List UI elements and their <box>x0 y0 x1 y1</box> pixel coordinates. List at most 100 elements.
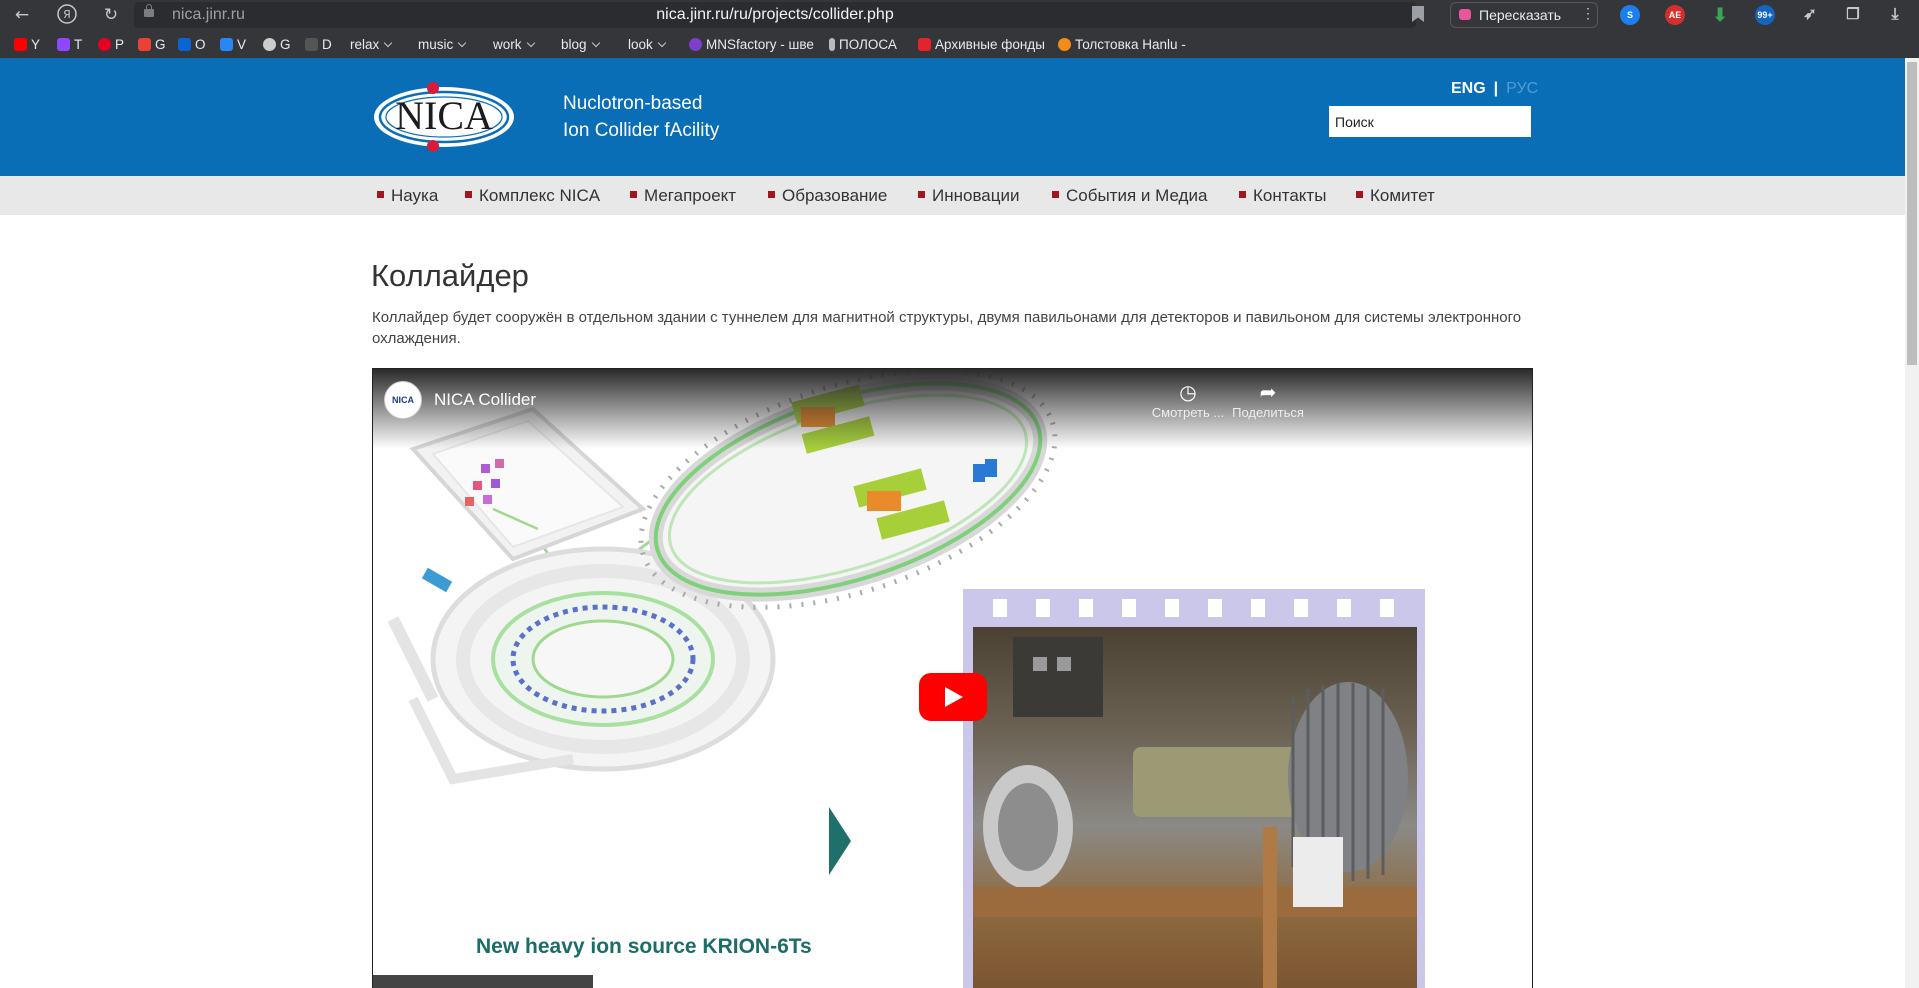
nav-item-committee[interactable]: Комитет <box>1356 186 1435 206</box>
page-scrollbar[interactable] <box>1905 58 1919 988</box>
channel-avatar[interactable]: NICA <box>384 381 422 419</box>
tagline-line-2: Ion Collider fAcility <box>563 120 720 141</box>
nav-bullet <box>465 191 472 198</box>
lang-rus-link[interactable]: РУС <box>1506 80 1538 97</box>
bookmark-folder-relax[interactable]: relax <box>350 37 393 52</box>
yandex-icon[interactable]: Я <box>55 3 79 27</box>
gmail-icon <box>138 38 151 51</box>
rocket-icon[interactable]: ➶ <box>1800 5 1820 25</box>
address-domain: nica.jinr.ru <box>172 6 245 23</box>
lang-eng-link[interactable]: ENG <box>1451 80 1486 97</box>
lang-separator: | <box>1493 80 1499 97</box>
bookmark-item[interactable]: T <box>57 37 82 52</box>
chevron-down-icon <box>657 38 667 48</box>
retell-button[interactable]: Пересказать ⋮ <box>1450 2 1598 28</box>
bookmark-item[interactable]: Толстовка Hanlu - <box>1058 37 1186 52</box>
reload-icon[interactable]: ↻ <box>99 3 123 27</box>
more-menu-icon[interactable]: ⋮ <box>1581 5 1595 22</box>
address-bar[interactable]: nica.jinr.ru nica.jinr.ru/ru/projects/co… <box>134 2 1424 28</box>
chevron-down-icon <box>591 38 600 48</box>
twitch-icon <box>57 38 70 51</box>
film-perforations <box>993 599 1394 617</box>
main-nav: Наука Комплекс NICA Мегапроект Образован… <box>0 176 1905 215</box>
bookmark-item[interactable]: Архивные фонды <box>918 37 1045 52</box>
site-tagline: Nuclotron-based Ion Collider fAcility <box>563 90 719 144</box>
film-strip-inset <box>963 589 1425 988</box>
search-input[interactable] <box>1329 106 1531 137</box>
vk-icon <box>220 38 233 51</box>
address-url: nica.jinr.ru/ru/projects/collider.php <box>656 6 894 23</box>
bookmark-folder-music[interactable]: music <box>418 37 467 52</box>
video-title[interactable]: NICA Collider <box>434 390 536 410</box>
watch-later-label: Смотреть ... <box>1151 405 1225 420</box>
nav-item-education[interactable]: Образование <box>768 186 887 206</box>
polosa-icon <box>829 38 835 51</box>
nav-bullet <box>918 191 925 198</box>
back-icon[interactable]: ← <box>10 3 34 27</box>
nav-item-innovations[interactable]: Инновации <box>918 186 1019 206</box>
bookmarks-bar: Y T P G O V G D relax music work blog lo… <box>0 30 1919 58</box>
language-switcher: ENG | РУС <box>1451 80 1538 98</box>
bookmark-folder-look[interactable]: look <box>628 37 667 52</box>
clock-icon: ◷ <box>1179 382 1197 404</box>
share-button[interactable]: ➦ Поделиться <box>1228 381 1308 420</box>
bookmark-item[interactable]: P <box>98 37 124 52</box>
nav-bullet <box>377 191 384 198</box>
video-overlay-caption: New heavy ion source KRION-6Ts <box>476 935 812 958</box>
bookmark-item[interactable]: G <box>263 37 291 52</box>
nav-bullet <box>1356 191 1363 198</box>
downloads-icon[interactable]: ⤓ <box>1885 5 1905 25</box>
youtube-video-embed[interactable]: NICA NICA Collider ◷ Смотреть ... ➦ Поде… <box>372 368 1533 988</box>
extensions-icon[interactable]: ❐ <box>1843 5 1863 25</box>
nav-item-science[interactable]: Наука <box>377 186 438 206</box>
outlook-icon <box>178 38 191 51</box>
bookmark-item[interactable]: D <box>305 37 332 52</box>
chevron-down-icon <box>458 38 467 48</box>
nav-bullet <box>630 191 637 198</box>
nav-bullet <box>768 191 775 198</box>
bookmark-item[interactable]: MNSfactory - шве <box>689 37 814 52</box>
nav-item-events-media[interactable]: События и Медиа <box>1052 186 1207 206</box>
mns-icon <box>689 38 702 51</box>
retell-icon <box>1459 9 1471 20</box>
share-icon: ➦ <box>1259 382 1277 404</box>
badge-extension-icon[interactable]: 99+ <box>1755 5 1775 25</box>
chatgpt-icon <box>263 38 276 51</box>
bookmark-folder-blog[interactable]: blog <box>561 37 600 52</box>
chevron-down-icon <box>384 38 393 48</box>
lock-icon <box>144 4 154 17</box>
nav-item-nica-complex[interactable]: Комплекс NICA <box>465 186 600 206</box>
bookmark-folder-work[interactable]: work <box>493 37 535 52</box>
tagline-line-1: Nuclotron-based <box>563 93 703 114</box>
site-header: NICA Nuclotron-based Ion Collider fAcili… <box>0 58 1905 176</box>
nav-bullet <box>1239 191 1246 198</box>
svg-text:Я: Я <box>63 8 71 21</box>
nav-item-contacts[interactable]: Контакты <box>1239 186 1326 206</box>
nav-item-megaproject[interactable]: Мегапроект <box>630 186 736 206</box>
bookmark-item[interactable]: G <box>138 37 166 52</box>
krion-photo <box>973 627 1417 988</box>
video-top-overlay <box>373 369 1532 449</box>
logo-text: NICA <box>395 93 493 138</box>
bookmark-item[interactable]: O <box>178 37 206 52</box>
fire-icon <box>1058 38 1071 51</box>
share-label: Поделиться <box>1232 405 1304 420</box>
bookmark-item[interactable]: V <box>220 37 246 52</box>
d-icon <box>305 38 318 51</box>
intro-paragraph: Коллайдер будет сооружён в отдельном зда… <box>372 309 1522 347</box>
nica-logo[interactable]: NICA <box>372 82 516 152</box>
bookmark-item[interactable]: Y <box>14 37 40 52</box>
arrow-right-icon <box>829 807 851 875</box>
download-green-icon[interactable]: ⬇ <box>1710 5 1730 25</box>
scrollbar-thumb[interactable] <box>1907 62 1917 365</box>
watch-later-button[interactable]: ◷ Смотреть ... <box>1148 381 1228 420</box>
browser-toolbar: ← Я ↻ nica.jinr.ru nica.jinr.ru/ru/proje… <box>0 0 1919 30</box>
play-icon[interactable] <box>919 673 987 721</box>
bookmark-item[interactable]: ПОЛОСА <box>829 37 897 52</box>
ae-extension-icon[interactable]: AE <box>1665 5 1685 25</box>
video-bottom-overlay <box>373 975 593 988</box>
bookmark-icon[interactable] <box>1412 6 1424 22</box>
shazam-icon[interactable]: S <box>1620 5 1640 25</box>
retell-label: Пересказать <box>1479 7 1562 23</box>
youtube-icon <box>14 38 27 51</box>
